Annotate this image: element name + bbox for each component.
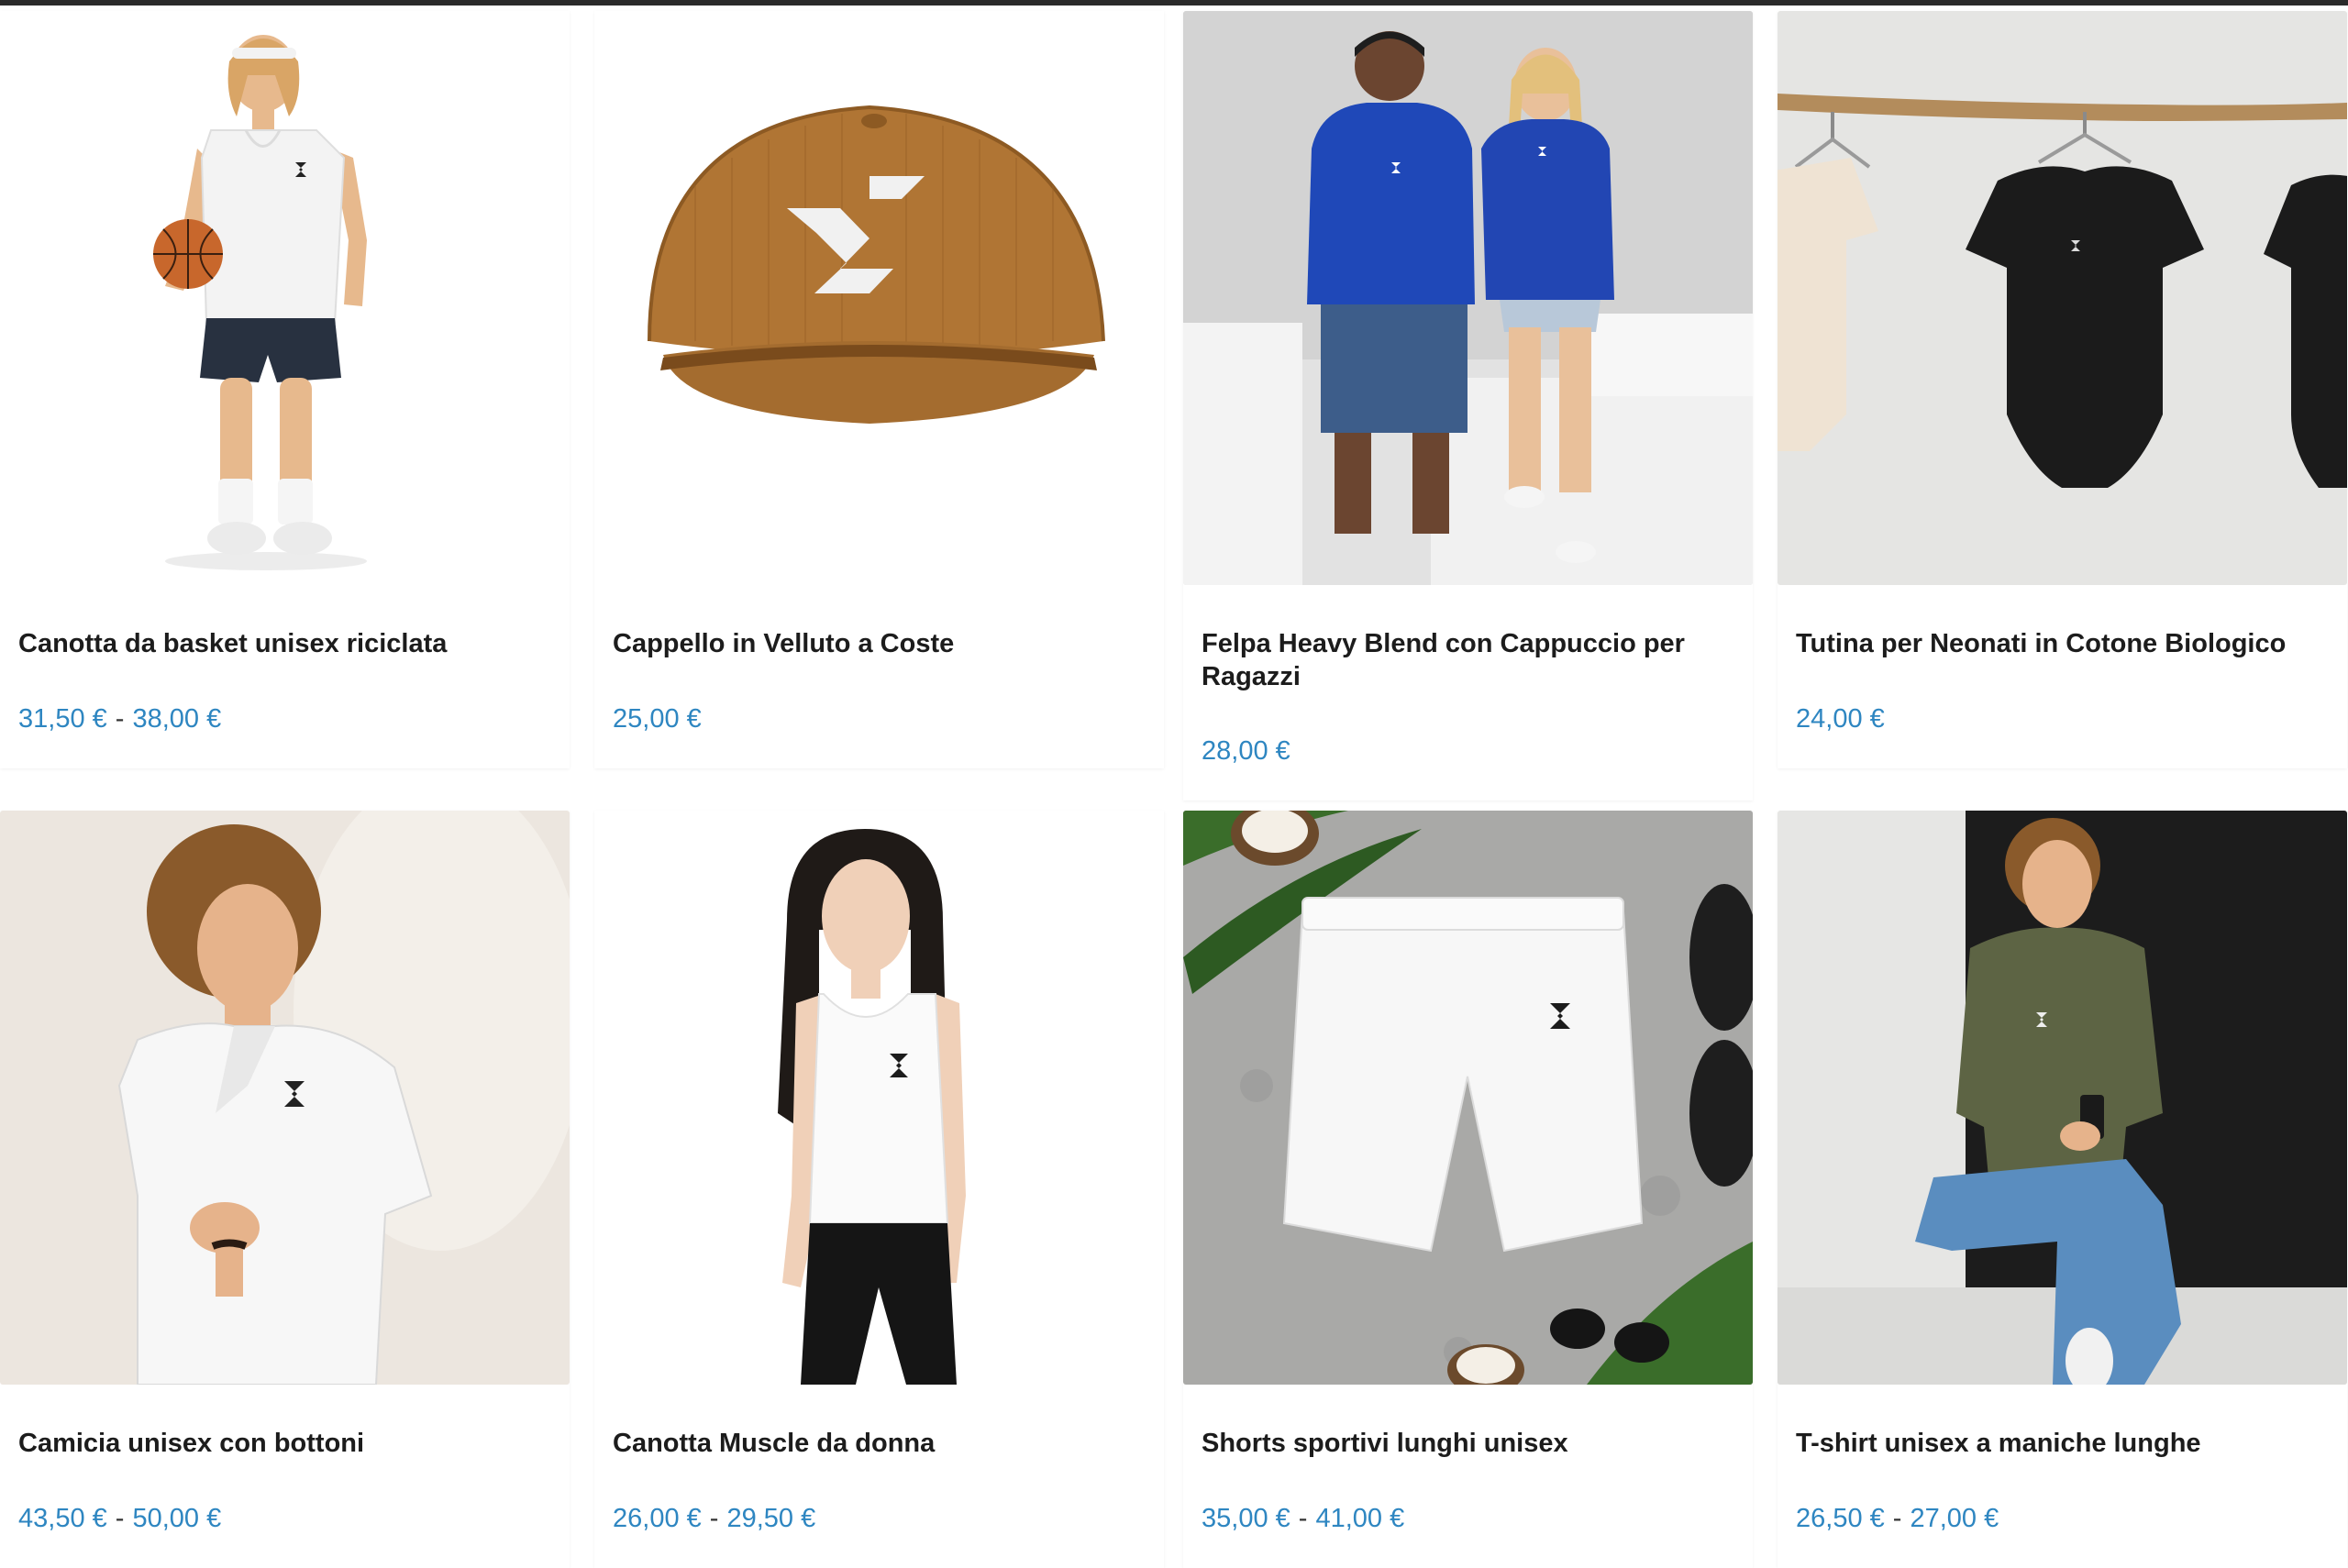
product-image[interactable] [1778, 11, 2347, 585]
product-card[interactable]: Canotta da basket unisex riciclata 31,50… [0, 11, 570, 768]
price-min: 28,00 € [1202, 736, 1290, 766]
price-min: 35,00 € [1202, 1504, 1290, 1533]
price-max: 41,00 € [1315, 1504, 1405, 1533]
price-separator: - [709, 1504, 719, 1533]
product-image[interactable] [594, 11, 1164, 585]
product-price: 26,00 € -29,50 € [613, 1502, 815, 1535]
product-price: 24,00 € [1796, 702, 1901, 735]
product-title[interactable]: Camicia unisex con bottoni [18, 1427, 550, 1460]
top-bar [0, 0, 2348, 6]
product-price: 43,50 € -50,00 € [18, 1502, 221, 1535]
product-image[interactable] [594, 811, 1164, 1385]
product-title[interactable]: Canotta da basket unisex riciclata [18, 627, 550, 660]
price-min: 43,50 € [18, 1504, 107, 1533]
product-image[interactable] [1183, 811, 1753, 1385]
product-price: 25,00 € [613, 702, 718, 735]
product-card[interactable]: T-shirt unisex a maniche lunghe 26,50 € -… [1778, 811, 2347, 1568]
product-image[interactable] [1183, 11, 1753, 585]
product-title[interactable]: Felpa Heavy Blend con Cappuccio per Raga… [1202, 627, 1733, 693]
price-min: 26,50 € [1796, 1504, 1885, 1533]
price-max: 50,00 € [132, 1504, 222, 1533]
product-title[interactable]: Tutina per Neonati in Cotone Biologico [1796, 627, 2328, 660]
price-min: 31,50 € [18, 704, 107, 734]
price-separator: - [115, 1504, 125, 1533]
product-title[interactable]: Shorts sportivi lunghi unisex [1202, 1427, 1733, 1460]
product-card[interactable]: Camicia unisex con bottoni 43,50 € -50,00… [0, 811, 570, 1568]
product-price: 28,00 € [1202, 734, 1307, 767]
product-price: 26,50 € -27,00 € [1796, 1502, 1999, 1535]
price-separator: - [1298, 1504, 1308, 1533]
product-title[interactable]: T-shirt unisex a maniche lunghe [1796, 1427, 2328, 1460]
product-title[interactable]: Cappello in Velluto a Coste [613, 627, 1145, 660]
price-min: 26,00 € [613, 1504, 702, 1533]
price-max: 27,00 € [1910, 1504, 1999, 1533]
product-card[interactable]: Canotta Muscle da donna 26,00 € -29,50 € [594, 811, 1164, 1568]
price-max: 38,00 € [132, 704, 222, 734]
product-card[interactable]: Tutina per Neonati in Cotone Biologico 2… [1778, 11, 2347, 768]
product-card[interactable]: Cappello in Velluto a Coste 25,00 € [594, 11, 1164, 768]
price-min: 25,00 € [613, 704, 702, 734]
product-image[interactable] [1778, 811, 2347, 1385]
product-card[interactable]: Shorts sportivi lunghi unisex 35,00 € -41… [1183, 811, 1753, 1568]
product-price: 35,00 € -41,00 € [1202, 1502, 1404, 1535]
product-card[interactable]: Felpa Heavy Blend con Cappuccio per Raga… [1183, 11, 1753, 801]
product-image[interactable] [0, 811, 570, 1385]
product-title[interactable]: Canotta Muscle da donna [613, 1427, 1145, 1460]
product-image[interactable] [0, 11, 570, 585]
price-max: 29,50 € [726, 1504, 816, 1533]
product-price: 31,50 € -38,00 € [18, 702, 221, 735]
price-min: 24,00 € [1796, 704, 1885, 734]
price-separator: - [1892, 1504, 1902, 1533]
price-separator: - [115, 704, 125, 734]
